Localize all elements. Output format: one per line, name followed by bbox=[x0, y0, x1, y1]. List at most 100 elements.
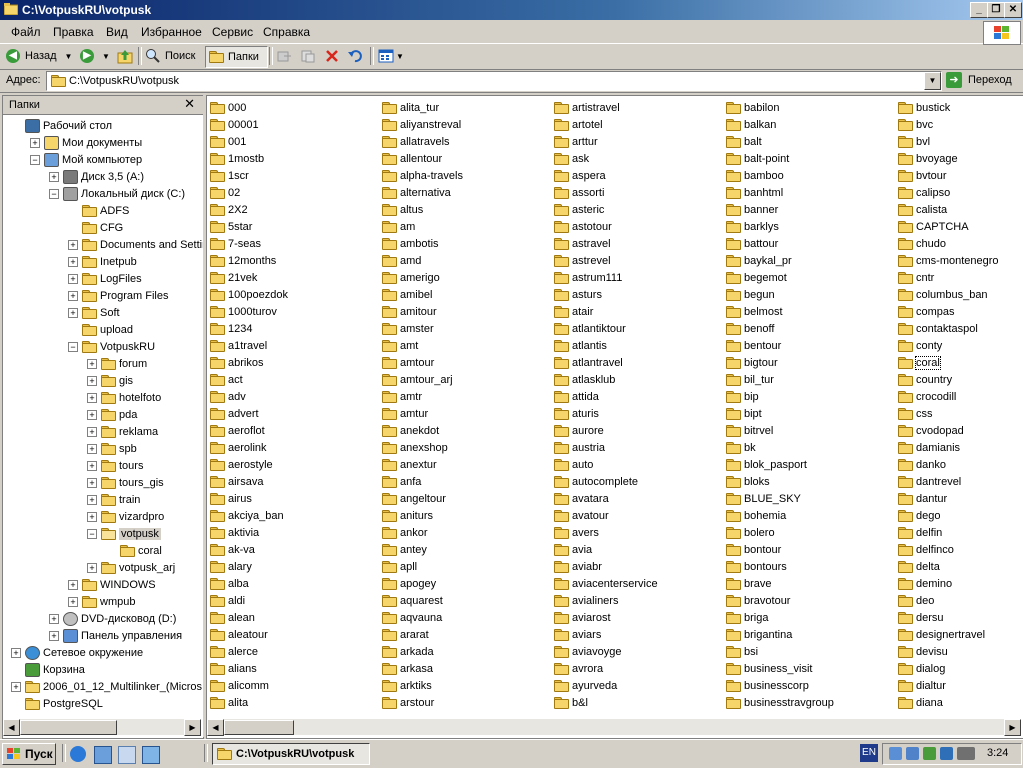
folder-item[interactable]: avialiners bbox=[554, 592, 658, 609]
folder-item[interactable]: 02 bbox=[210, 184, 288, 201]
start-button[interactable]: Пуск bbox=[2, 743, 56, 765]
folder-item[interactable]: 1234 bbox=[210, 320, 288, 337]
menu-tools[interactable]: Сервис bbox=[212, 25, 253, 39]
tree-item[interactable]: + Soft bbox=[68, 304, 120, 321]
expand-icon[interactable]: + bbox=[68, 240, 78, 250]
folder-item[interactable]: aviarost bbox=[554, 609, 658, 626]
folder-item[interactable]: bipt bbox=[726, 405, 834, 422]
folder-item[interactable]: atair bbox=[554, 303, 658, 320]
folder-item[interactable]: asturs bbox=[554, 286, 658, 303]
folder-item[interactable]: CAPTCHA bbox=[898, 218, 999, 235]
expand-icon[interactable]: + bbox=[11, 682, 21, 692]
folder-item[interactable]: bolero bbox=[726, 524, 834, 541]
folder-item[interactable]: amd bbox=[382, 252, 463, 269]
folder-item[interactable]: avers bbox=[554, 524, 658, 541]
folder-item[interactable]: akciya_ban bbox=[210, 507, 288, 524]
folder-item[interactable]: ararat bbox=[382, 626, 463, 643]
folder-item[interactable]: balkan bbox=[726, 116, 834, 133]
expand-icon[interactable]: + bbox=[87, 563, 97, 573]
folder-item[interactable]: balt bbox=[726, 133, 834, 150]
tree-item[interactable]: + vizardpro bbox=[87, 508, 164, 525]
tree-item[interactable]: − VotpuskRU bbox=[68, 338, 155, 355]
folder-item[interactable]: bigtour bbox=[726, 354, 834, 371]
folder-item[interactable]: compas bbox=[898, 303, 999, 320]
tree-item[interactable]: + forum bbox=[87, 355, 147, 372]
title-bar[interactable]: C:\VotpuskRU\votpusk _ ❐ ✕ bbox=[0, 0, 1023, 20]
folder-item[interactable]: bentour bbox=[726, 337, 834, 354]
folder-item[interactable]: 1scr bbox=[210, 167, 288, 184]
tree-item[interactable]: CFG bbox=[82, 219, 123, 236]
tree-item[interactable]: + Панель управления bbox=[49, 627, 182, 644]
tree-item[interactable]: + Сетевое окружение bbox=[11, 644, 143, 661]
folder-item[interactable]: 1000turov bbox=[210, 303, 288, 320]
folder-item[interactable]: bvtour bbox=[898, 167, 999, 184]
folder-item[interactable]: brigantina bbox=[726, 626, 834, 643]
folder-item[interactable]: abrikos bbox=[210, 354, 288, 371]
folder-item[interactable]: astravel bbox=[554, 235, 658, 252]
folder-item[interactable]: ak-va bbox=[210, 541, 288, 558]
folder-item[interactable]: devisu bbox=[898, 643, 999, 660]
folder-item[interactable]: astotour bbox=[554, 218, 658, 235]
address-input[interactable]: C:\VotpuskRU\votpusk ▼ bbox=[46, 71, 942, 91]
folder-item[interactable]: ankor bbox=[382, 524, 463, 541]
folder-item[interactable]: dantrevel bbox=[898, 473, 999, 490]
menu-file[interactable]: Файл bbox=[11, 25, 41, 39]
folder-item[interactable]: alternativa bbox=[382, 184, 463, 201]
folder-item[interactable]: 001 bbox=[210, 133, 288, 150]
folder-item[interactable]: css bbox=[898, 405, 999, 422]
folder-item[interactable]: arttur bbox=[554, 133, 658, 150]
folder-item[interactable]: amtur bbox=[382, 405, 463, 422]
tree-item[interactable]: + Inetpub bbox=[68, 253, 137, 270]
network-tray-icon[interactable] bbox=[906, 747, 919, 760]
folder-item[interactable]: aqvauna bbox=[382, 609, 463, 626]
expand-icon[interactable]: + bbox=[87, 478, 97, 488]
folder-item[interactable]: alita bbox=[210, 694, 288, 711]
folder-item[interactable]: autocomplete bbox=[554, 473, 658, 490]
folder-item[interactable]: amster bbox=[382, 320, 463, 337]
go-button[interactable]: ➜ Переход bbox=[946, 71, 1021, 89]
folder-item[interactable]: briga bbox=[726, 609, 834, 626]
folder-item[interactable]: country bbox=[898, 371, 999, 388]
address-dropdown-button[interactable]: ▼ bbox=[924, 72, 941, 90]
folder-item[interactable]: aeroflot bbox=[210, 422, 288, 439]
collapse-icon[interactable]: − bbox=[30, 155, 40, 165]
folder-item[interactable]: begun bbox=[726, 286, 834, 303]
folder-item[interactable]: aldi bbox=[210, 592, 288, 609]
expand-icon[interactable]: + bbox=[68, 597, 78, 607]
folder-item[interactable]: coral bbox=[898, 354, 999, 371]
up-folder-button[interactable] bbox=[117, 46, 133, 66]
expand-icon[interactable]: + bbox=[87, 376, 97, 386]
tree-item[interactable]: + gis bbox=[87, 372, 133, 389]
scroll-right-arrow-icon[interactable]: ▶ bbox=[184, 719, 201, 736]
folder-item[interactable]: astrevel bbox=[554, 252, 658, 269]
folder-item[interactable]: avatara bbox=[554, 490, 658, 507]
folder-item[interactable]: businesscorp bbox=[726, 677, 834, 694]
expand-icon[interactable]: + bbox=[87, 359, 97, 369]
expand-icon[interactable]: + bbox=[87, 461, 97, 471]
scroll-left-arrow-icon[interactable]: ◀ bbox=[3, 719, 20, 736]
close-button[interactable]: ✕ bbox=[1004, 2, 1022, 18]
network-tray-icon[interactable] bbox=[889, 747, 902, 760]
folder-item[interactable]: 2X2 bbox=[210, 201, 288, 218]
scroll-right-arrow-icon[interactable]: ▶ bbox=[1004, 719, 1021, 736]
folder-item[interactable]: bontour bbox=[726, 541, 834, 558]
folder-item[interactable]: assorti bbox=[554, 184, 658, 201]
scroll-thumb[interactable] bbox=[224, 720, 294, 735]
folder-item[interactable]: astrum111 bbox=[554, 269, 658, 286]
folder-item[interactable]: bontours bbox=[726, 558, 834, 575]
folder-item[interactable]: anextur bbox=[382, 456, 463, 473]
folder-item[interactable]: 00001 bbox=[210, 116, 288, 133]
folder-item[interactable]: businesstravgroup bbox=[726, 694, 834, 711]
folder-item[interactable]: BLUE_SKY bbox=[726, 490, 834, 507]
folder-item[interactable]: delfin bbox=[898, 524, 999, 541]
forward-button[interactable]: ▶ ▼ bbox=[80, 46, 110, 66]
folder-item[interactable]: alba bbox=[210, 575, 288, 592]
internet-explorer-icon[interactable] bbox=[70, 746, 86, 762]
folder-item[interactable]: alians bbox=[210, 660, 288, 677]
tree-item[interactable]: +2006_01_12_Multilinker_(Micros bbox=[11, 678, 202, 695]
folder-item[interactable]: alicomm bbox=[210, 677, 288, 694]
expand-icon[interactable]: + bbox=[49, 631, 59, 641]
folder-item[interactable]: antey bbox=[382, 541, 463, 558]
folder-item[interactable]: conty bbox=[898, 337, 999, 354]
folder-item[interactable]: cms-montenegro bbox=[898, 252, 999, 269]
